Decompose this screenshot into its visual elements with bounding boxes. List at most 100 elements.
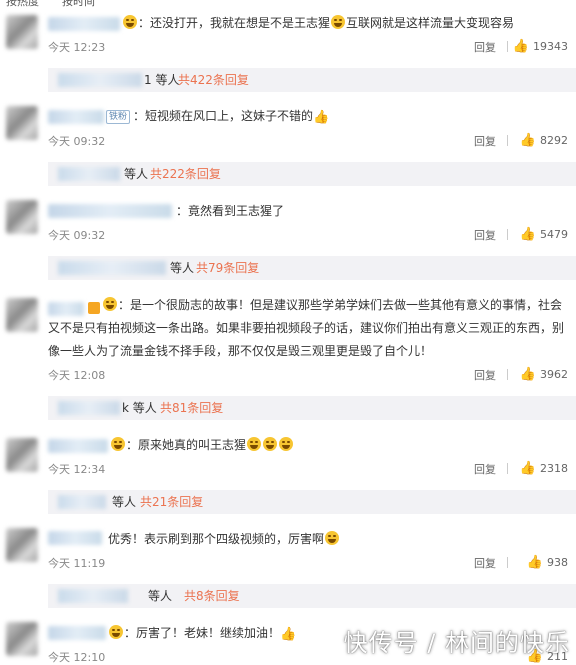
avatar[interactable] — [6, 298, 38, 332]
like-button[interactable]: 👍 19343 — [513, 39, 568, 54]
comment-text: ：原来她真的叫王志猩 — [110, 434, 568, 457]
sort-by-time-tab[interactable]: 按时间 — [62, 0, 95, 8]
divider — [507, 463, 508, 474]
thumbs-up-icon: 👍 — [519, 367, 536, 382]
reply-summary[interactable]: 等人 共79条回复 — [48, 256, 576, 280]
reply-usernames — [58, 261, 166, 275]
avatar[interactable] — [6, 15, 38, 49]
view-replies-link[interactable]: 共8条回复 — [184, 584, 240, 608]
avatar[interactable] — [6, 200, 38, 234]
comment-text: V ：是一个很励志的故事！但是建议那些学弟学妹们去做一些其他有意义的事情，社会又不… — [48, 297, 565, 358]
emoji-icon — [109, 625, 123, 639]
timestamp: 今天 12:08 — [48, 369, 106, 382]
view-replies-link[interactable]: 共222条回复 — [150, 162, 221, 186]
avatar[interactable] — [6, 622, 38, 656]
laughing-emoji-icon — [247, 437, 262, 451]
avatar[interactable] — [6, 106, 38, 140]
timestamp: 今天 12:23 — [48, 41, 106, 54]
thumbs-up-icon: 👍 — [280, 627, 297, 642]
like-button[interactable]: 👍 5479 — [520, 227, 568, 242]
like-count: 938 — [547, 556, 568, 569]
avatar[interactable] — [6, 528, 38, 562]
divider — [507, 135, 508, 146]
view-replies-link[interactable]: 共422条回复 — [178, 68, 249, 92]
emoji-icon — [103, 297, 117, 311]
timestamp: 今天 12:10 — [48, 651, 106, 664]
view-replies-link[interactable]: 共81条回复 — [160, 396, 223, 420]
like-count: 5479 — [540, 228, 568, 241]
username[interactable] — [48, 626, 106, 640]
reply-button[interactable]: 回复 — [474, 39, 496, 55]
view-replies-link[interactable]: 共79条回复 — [196, 256, 259, 280]
comment-meta: 今天 12:34 回复 👍 2318 — [48, 461, 568, 477]
emoji-icon — [123, 15, 137, 29]
comment-text: 优秀！表示刷到那个四级视频的，厉害啊 — [108, 528, 568, 551]
like-button[interactable]: 👍 2318 — [520, 461, 568, 476]
like-count: 8292 — [540, 134, 568, 147]
divider — [507, 557, 508, 568]
laughing-emoji-icon — [331, 15, 346, 29]
username[interactable] — [48, 110, 104, 124]
like-button[interactable]: 👍 3962 — [520, 367, 568, 382]
reply-button[interactable]: 回复 — [474, 555, 496, 571]
username[interactable] — [48, 17, 120, 31]
comment-meta: 今天 09:32 回复 👍 5479 — [48, 227, 568, 243]
username[interactable] — [48, 204, 172, 218]
thumbs-up-icon: 👍 — [512, 39, 529, 54]
reply-users-suffix: 等人 — [148, 589, 173, 603]
comment-text: ：还没打开，我就在想是不是王志猩 互联网就是这样流量大变现容易 — [122, 12, 568, 35]
thumbs-up-icon: 👍 — [526, 555, 543, 570]
sort-by-hot-tab[interactable]: 按热度 — [6, 0, 39, 8]
thumbs-up-icon: 👍 — [313, 110, 330, 125]
like-count: 3962 — [540, 368, 568, 381]
reply-users-suffix: 1 等人 — [144, 73, 180, 87]
reply-usernames — [58, 167, 120, 181]
fan-badge: 铁粉 — [106, 110, 131, 124]
thumbs-up-icon: 👍 — [519, 227, 536, 242]
comment-meta: 今天 11:19 回复 👍 938 — [48, 555, 568, 571]
username[interactable] — [48, 439, 108, 453]
comment-meta: 今天 12:23 回复 👍 19343 — [48, 39, 568, 55]
reply-users-suffix: 等人 — [124, 167, 149, 181]
reply-summary[interactable]: k 等人 共81条回复 — [48, 396, 576, 420]
comment-meta: 今天 12:08 回复 👍 3962 — [48, 367, 568, 383]
reply-usernames — [58, 73, 142, 87]
sort-tabs: 按热度 按时间 — [0, 0, 576, 8]
thumbs-up-icon: 👍 — [519, 133, 536, 148]
reply-usernames — [58, 495, 106, 509]
avatar[interactable] — [6, 438, 38, 472]
divider — [507, 369, 508, 380]
reply-summary[interactable]: 等人 共21条回复 — [48, 490, 576, 514]
reply-users-suffix: k 等人 — [122, 401, 157, 415]
reply-summary[interactable]: 等人 共222条回复 — [48, 162, 576, 186]
laughing-emoji-icon — [279, 437, 294, 451]
reply-usernames — [58, 401, 120, 415]
verified-badge-icon: V — [88, 302, 134, 314]
reply-button[interactable]: 回复 — [474, 133, 496, 149]
view-replies-link[interactable]: 共21条回复 — [140, 490, 203, 514]
emoji-icon — [111, 437, 125, 451]
comment-text: 铁粉 ：短视频在风口上，这妹子不错的👍 — [106, 105, 568, 129]
watermark: 快传号 / 林间的快乐 — [343, 629, 570, 657]
timestamp: 今天 09:32 — [48, 229, 106, 242]
timestamp: 今天 11:19 — [48, 557, 106, 570]
like-count: 19343 — [533, 40, 568, 53]
kiss-emoji-icon — [325, 531, 340, 545]
reply-users-suffix: 等人 — [170, 261, 195, 275]
timestamp: 今天 09:32 — [48, 135, 106, 148]
divider — [507, 229, 508, 240]
laughing-emoji-icon — [263, 437, 278, 451]
reply-button[interactable]: 回复 — [474, 461, 496, 477]
reply-button[interactable]: 回复 — [474, 367, 496, 383]
reply-summary[interactable]: 1 等人 共422条回复 — [48, 68, 576, 92]
reply-usernames — [58, 589, 128, 603]
like-count: 2318 — [540, 462, 568, 475]
like-button[interactable]: 👍 938 — [527, 555, 568, 570]
reply-summary[interactable]: 等人 共8条回复 — [48, 584, 576, 608]
like-button[interactable]: 👍 8292 — [520, 133, 568, 148]
reply-users-suffix: 等人 — [112, 495, 137, 509]
reply-button[interactable]: 回复 — [474, 227, 496, 243]
username[interactable] — [48, 531, 102, 545]
comment-meta: 今天 09:32 回复 👍 8292 — [48, 133, 568, 149]
divider — [507, 41, 508, 52]
